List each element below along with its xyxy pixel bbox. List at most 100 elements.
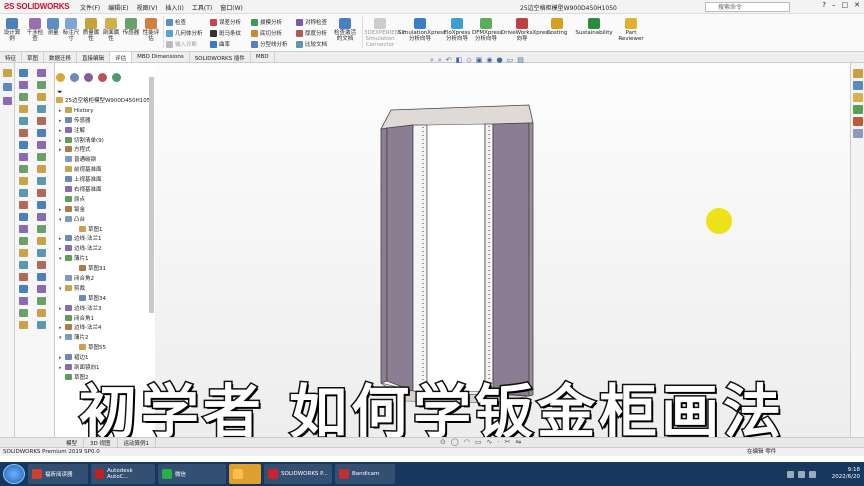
symmetry-check-button[interactable]: 对称检查 <box>296 18 327 26</box>
curvature-button[interactable]: 曲率 <box>210 40 230 48</box>
sheet-metal-tool-icon[interactable] <box>37 129 46 137</box>
taskbar-solidworks[interactable]: SOLIDWORKS P... <box>264 464 332 484</box>
sheet-metal-tool-icon[interactable] <box>37 261 46 269</box>
tree-item[interactable]: 闭合角2 <box>56 275 154 285</box>
tree-item[interactable]: ▸ 注解 <box>56 126 154 137</box>
tree-item[interactable]: ▾ 剪裁 <box>56 284 154 295</box>
tree-item[interactable]: 前视基准面 <box>56 166 154 176</box>
configuration-tab-icon[interactable] <box>84 73 93 82</box>
sheet-metal-tool-icon[interactable] <box>19 189 28 197</box>
sheet-metal-tool-icon[interactable] <box>19 93 28 101</box>
sheet-metal-tool-icon[interactable] <box>19 105 28 113</box>
tree-item[interactable]: ▸ 边线-法兰3 <box>56 304 154 315</box>
tree-item[interactable]: 上视基准面 <box>56 176 154 186</box>
sheet-metal-tool-icon[interactable] <box>37 309 46 317</box>
tab-model[interactable]: 模型 <box>60 438 85 447</box>
design-study-button[interactable]: 设计算例 <box>2 18 22 42</box>
cabinet-left-edge[interactable] <box>380 127 388 384</box>
sheet-metal-tool-icon[interactable] <box>19 309 28 317</box>
tree-item[interactable]: ▸ History <box>56 106 154 117</box>
sheet-metal-tool-icon[interactable] <box>37 285 46 293</box>
tree-item[interactable]: ▸ 边线-法兰1 <box>56 235 154 245</box>
tree-item[interactable]: 右视基准面 <box>56 186 154 196</box>
sheet-metal-tool-icon[interactable] <box>37 165 46 173</box>
tray-icon[interactable] <box>787 471 794 478</box>
tab-features[interactable]: 特征 <box>0 52 23 62</box>
menu-tools[interactable]: 工具(T) <box>192 3 212 12</box>
check-button[interactable]: 检查 <box>166 18 186 26</box>
tab-evaluate[interactable]: 评估 <box>110 52 133 62</box>
cabinet-left-side-panel[interactable] <box>386 124 414 392</box>
measure-button[interactable]: 测量 <box>46 18 60 36</box>
markup-dimension-button[interactable]: 标注尺寸 <box>62 18 80 42</box>
tab-solidworks-addins[interactable]: SOLIDWORKS 插件 <box>190 52 251 62</box>
sketch-point-icon[interactable]: · <box>497 438 499 446</box>
sheet-metal-tool-icon[interactable] <box>19 297 28 305</box>
tree-item[interactable]: 普通碳钢 <box>56 156 154 166</box>
sheet-metal-tool-icon[interactable] <box>37 273 46 281</box>
sensor-button[interactable]: 传感器 <box>122 18 140 36</box>
mirror-icon[interactable]: ⇋ <box>515 438 521 446</box>
undercut-analysis-button[interactable]: 底切分析 <box>251 29 282 37</box>
custom-properties-icon[interactable] <box>853 129 863 138</box>
sketch-spline-icon[interactable]: ∿ <box>486 438 492 446</box>
start-button[interactable] <box>3 464 25 484</box>
section-properties-button[interactable]: 剖面属性 <box>102 18 120 42</box>
tab-direct-editing[interactable]: 直接编辑 <box>77 52 111 62</box>
tree-item[interactable]: ▾ 薄片2 <box>56 334 154 344</box>
dimxpert-tab-icon[interactable] <box>98 73 107 82</box>
tab-mbd-dimensions[interactable]: MBD Dimensions <box>132 52 190 62</box>
tab-data-migration[interactable]: 数据迁移 <box>44 52 78 62</box>
part-reviewer-button[interactable]: Part Reviewer <box>618 18 644 42</box>
sheet-metal-tool-icon[interactable] <box>37 105 46 113</box>
sketch-arc-icon[interactable]: ◠ <box>464 438 470 446</box>
sheet-metal-tool-icon[interactable] <box>37 189 46 197</box>
sketch-circle-icon[interactable]: ◯ <box>451 438 459 446</box>
view-palette-icon[interactable] <box>853 105 863 114</box>
check-active-document-button[interactable]: 检查激活的文档 <box>332 18 358 42</box>
deviation-analysis-button[interactable]: 误差分析 <box>210 18 241 26</box>
solidworks-logo[interactable]: ƧS SOLIDWORKS <box>4 2 70 11</box>
search-input[interactable]: 搜索命令 <box>705 2 790 12</box>
sheet-metal-tool-icon[interactable] <box>37 249 46 257</box>
tree-item[interactable]: ▸ 褶边1 <box>56 354 154 364</box>
sheet-metal-tool-icon[interactable] <box>19 81 28 89</box>
feature-icon[interactable] <box>3 69 12 77</box>
sheet-metal-tool-icon[interactable] <box>19 249 28 257</box>
tree-item[interactable]: 草图55 <box>56 344 154 354</box>
menu-window[interactable]: 窗口(W) <box>220 3 243 12</box>
sheet-metal-tool-icon[interactable] <box>37 81 46 89</box>
sheet-metal-tool-icon[interactable] <box>19 177 28 185</box>
sketch-icon[interactable] <box>3 83 12 91</box>
trim-icon[interactable]: ✂ <box>505 438 511 446</box>
sheet-metal-tool-icon[interactable] <box>37 237 46 245</box>
clock[interactable]: 9:18 2022/6/20 <box>832 467 860 481</box>
minimize-icon[interactable]: – <box>832 1 836 9</box>
sheet-metal-tool-icon[interactable] <box>19 261 28 269</box>
sheet-metal-tool-icon[interactable] <box>19 285 28 293</box>
display-tab-icon[interactable] <box>112 73 121 82</box>
menu-view[interactable]: 视图(V) <box>137 3 158 12</box>
tree-item[interactable]: 草图1 <box>56 225 154 236</box>
performance-button[interactable]: 性能评估 <box>142 18 160 42</box>
close-icon[interactable]: ✕ <box>854 1 860 9</box>
sheet-metal-tool-icon[interactable] <box>19 225 28 233</box>
tree-item[interactable]: 草图34 <box>56 294 154 305</box>
solidworks-resources-icon[interactable] <box>853 69 863 78</box>
tree-item[interactable]: ▸ 传感器 <box>56 116 154 127</box>
sheet-metal-tool-icon[interactable] <box>37 297 46 305</box>
sheet-metal-tool-icon[interactable] <box>19 321 28 329</box>
cabinet-right-side-panel[interactable] <box>492 122 530 397</box>
design-library-icon[interactable] <box>853 81 863 90</box>
sheet-metal-tool-icon[interactable] <box>37 201 46 209</box>
menu-edit[interactable]: 编辑(E) <box>108 3 128 12</box>
menu-file[interactable]: 文件(F) <box>80 3 100 12</box>
tab-3d-views[interactable]: 3D 视图 <box>84 438 118 447</box>
menu-insert[interactable]: 插入(I) <box>165 3 183 12</box>
tab-motion-study[interactable]: 运动算例1 <box>118 438 156 447</box>
cabinet-front-frame-left[interactable] <box>412 124 428 394</box>
tree-scrollbar[interactable] <box>149 77 154 313</box>
geometry-analysis-button[interactable]: 几何体分析 <box>166 29 203 37</box>
tab-mbd[interactable]: MBD <box>251 52 275 62</box>
feature-tree-tab-icon[interactable] <box>56 73 65 82</box>
